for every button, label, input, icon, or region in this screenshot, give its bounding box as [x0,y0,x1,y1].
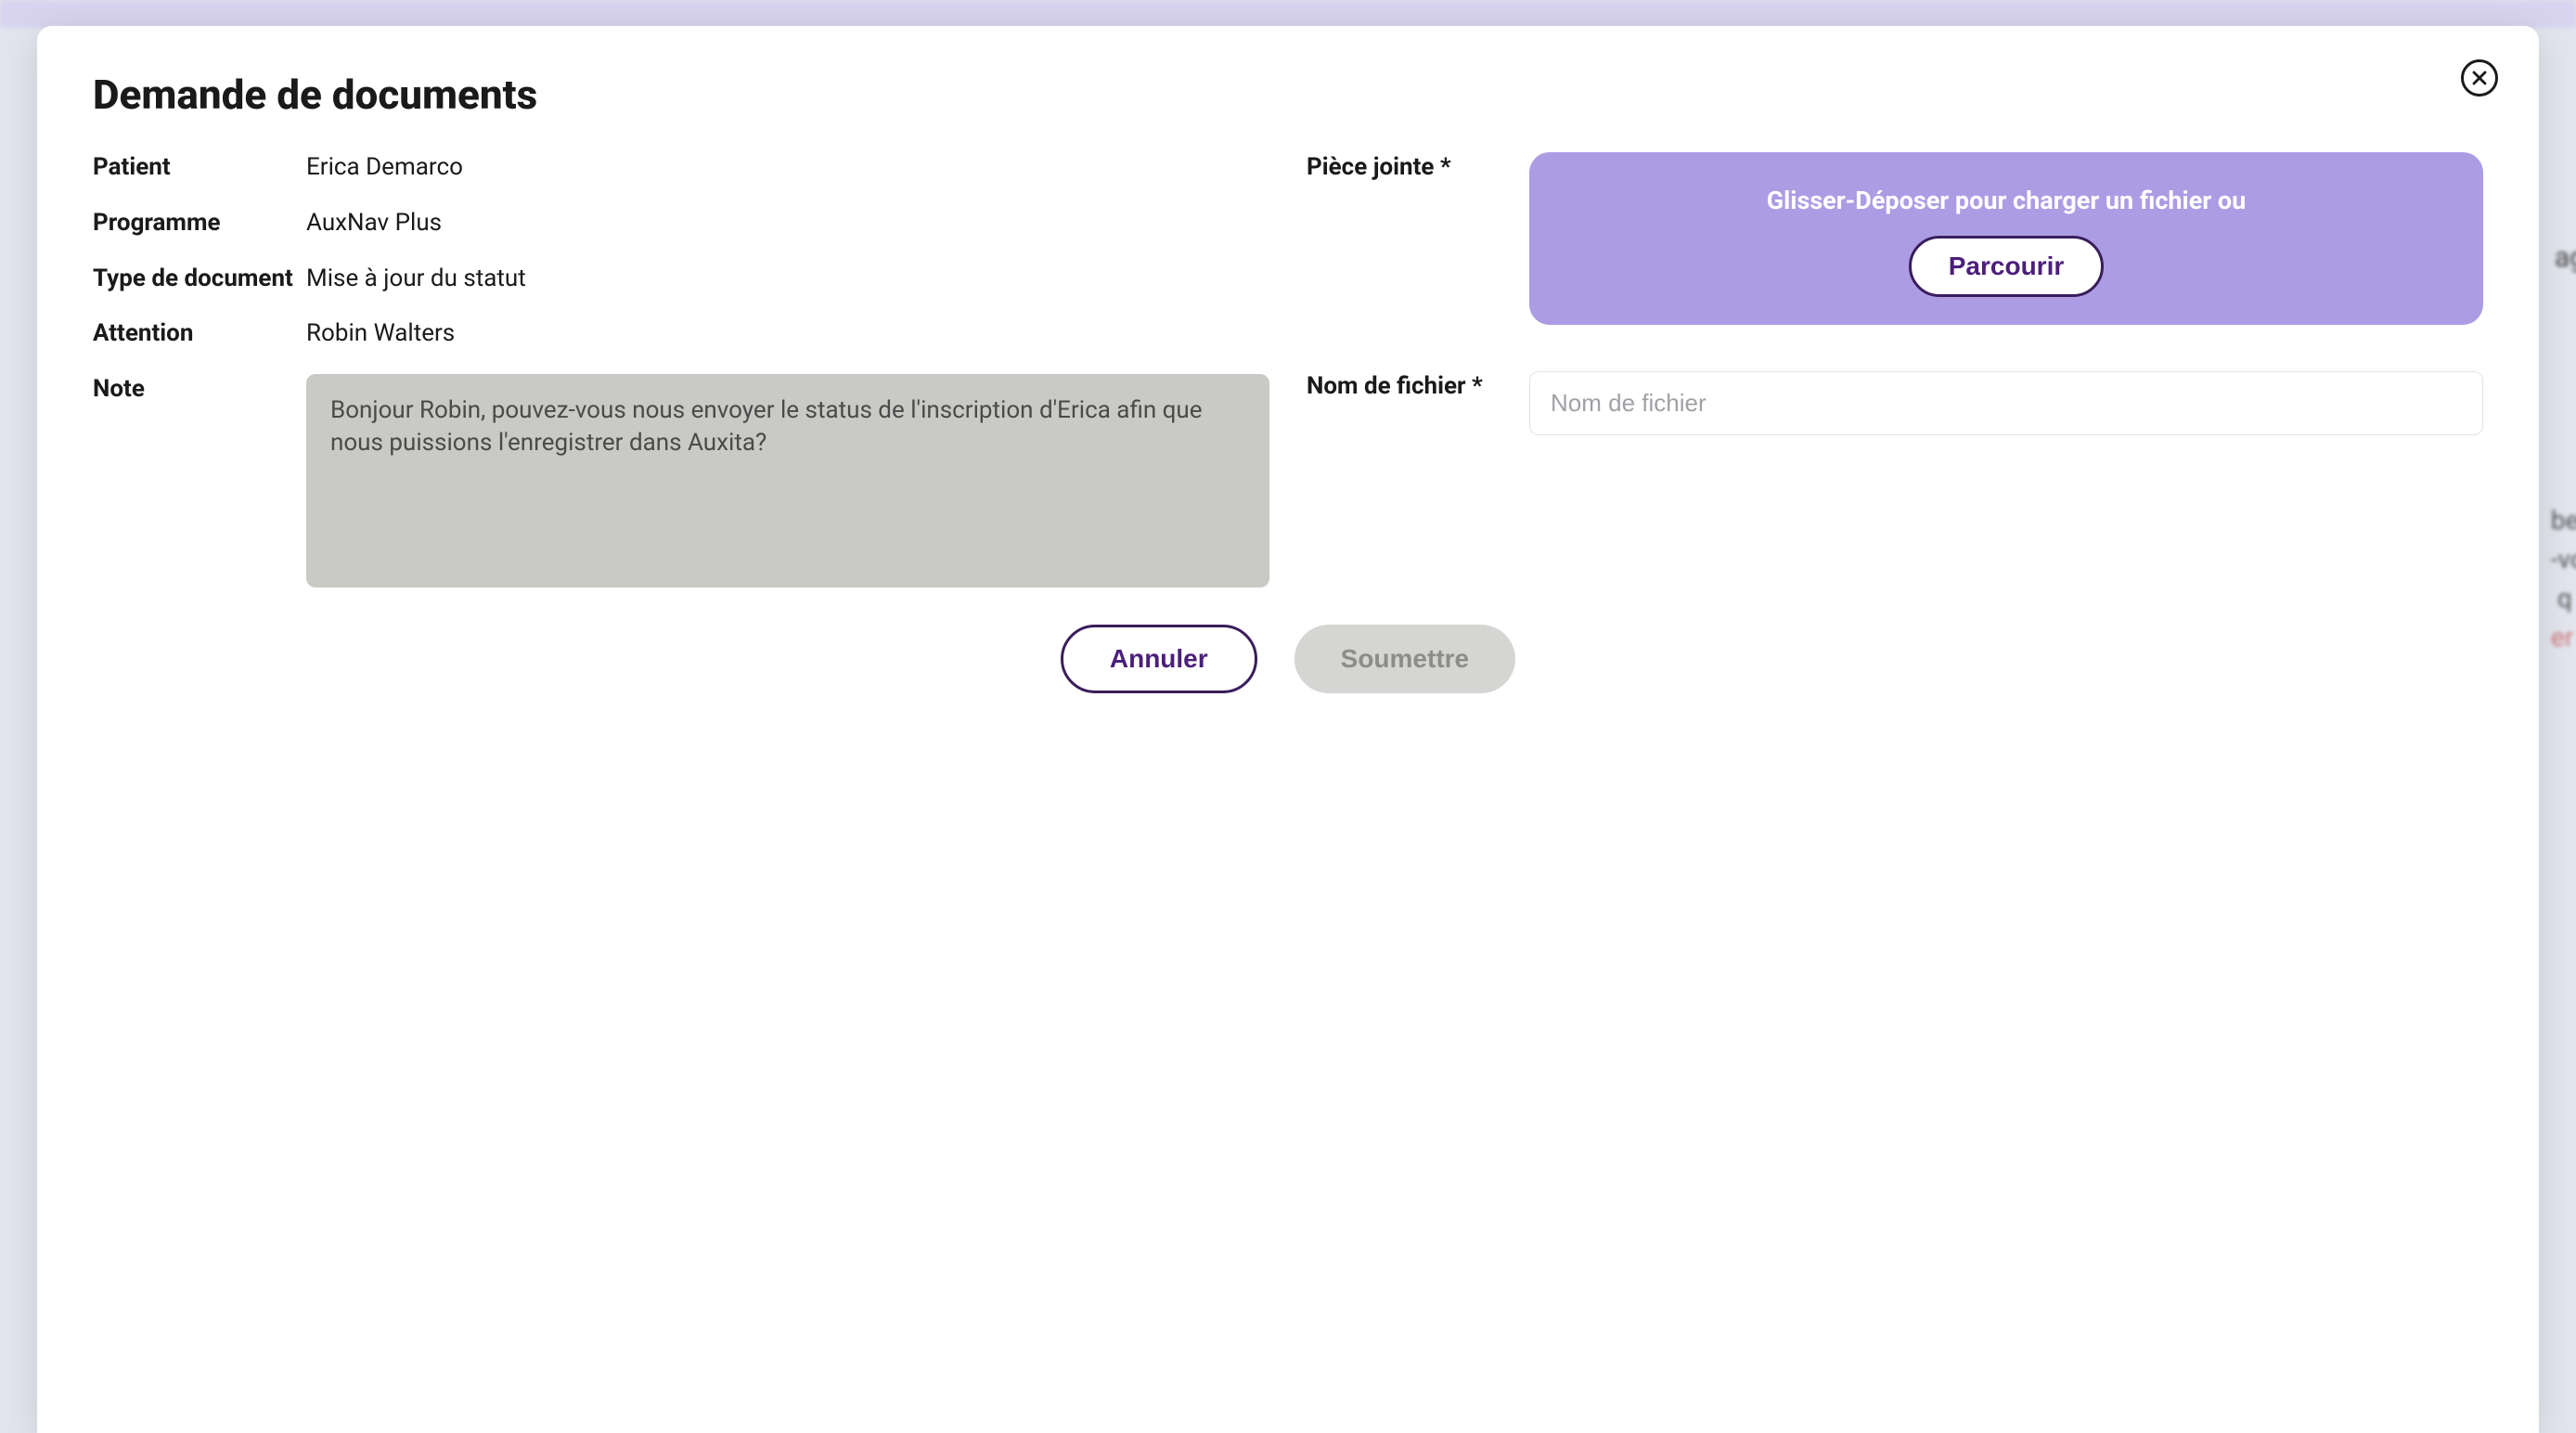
close-button[interactable] [2461,59,2498,97]
attention-value: Robin Walters [306,318,1269,350]
filename-input[interactable] [1529,371,2483,435]
dropzone-text: Glisser-Déposer pour charger un fichier … [1552,184,2461,217]
patient-label: Patient [93,152,297,184]
cancel-button[interactable]: Annuler [1061,625,1257,693]
note-label: Note [93,374,297,406]
note-value: Bonjour Robin, pouvez-vous nous envoyer … [306,374,1269,587]
close-icon [2471,70,2488,86]
modal-actions: Annuler Soumettre [93,625,2483,693]
modal-title: Demande de documents [93,71,2483,119]
document-type-label: Type de document [93,264,297,295]
details-column: Patient Erica Demarco Programme AuxNav P… [93,152,1269,587]
attachment-label: Pièce jointe * [1307,152,1511,184]
document-request-modal: Demande de documents Patient Erica Demar… [37,26,2539,1433]
file-dropzone[interactable]: Glisser-Déposer pour charger un fichier … [1529,152,2483,325]
program-label: Programme [93,208,297,239]
upload-column: Pièce jointe * Glisser-Déposer pour char… [1307,152,2483,587]
submit-button[interactable]: Soumettre [1294,625,1515,693]
document-type-value: Mise à jour du statut [306,264,1269,295]
modal-content: Patient Erica Demarco Programme AuxNav P… [93,152,2483,587]
filename-label: Nom de fichier * [1307,371,1511,403]
patient-value: Erica Demarco [306,152,1269,184]
browse-button[interactable]: Parcourir [1909,236,2105,297]
attention-label: Attention [93,318,297,350]
program-value: AuxNav Plus [306,208,1269,239]
